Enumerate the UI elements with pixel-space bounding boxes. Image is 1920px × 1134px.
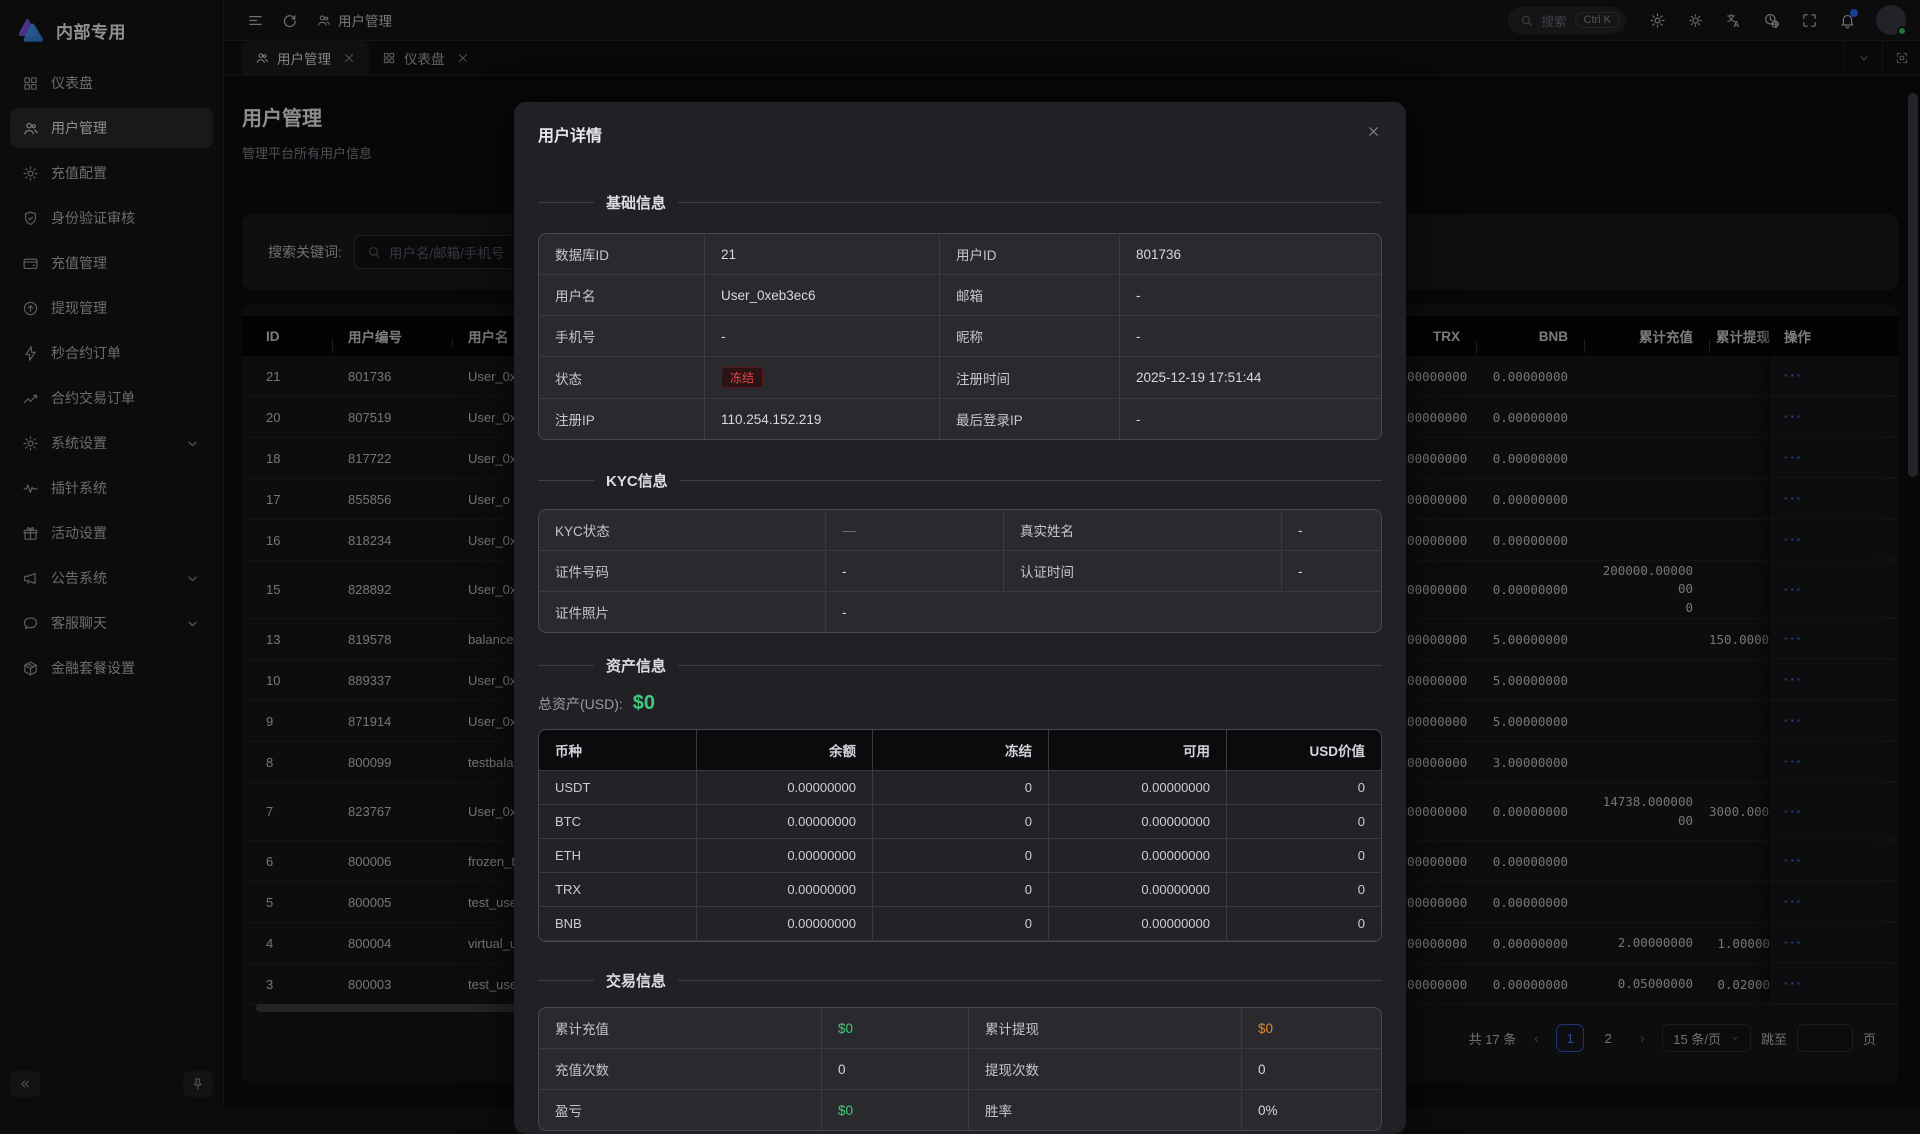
- label-cell: 数据库ID: [539, 234, 705, 275]
- value-cell: 0: [1242, 1049, 1381, 1090]
- label-cell: 充值次数: [539, 1049, 822, 1090]
- asset-usd: 0: [1227, 771, 1381, 805]
- asset-coin: ETH: [539, 839, 697, 873]
- label-cell: 注册IP: [539, 399, 705, 439]
- asset-balance: 0.00000000: [697, 771, 873, 805]
- asset-table: 币种 余额 冻结 可用 USD价值 USDT 0.00000000 0 0.00…: [538, 729, 1382, 942]
- modal-close-button[interactable]: [1360, 118, 1386, 144]
- label-cell: 累计提现: [969, 1008, 1242, 1049]
- value-cell: 801736: [1120, 234, 1381, 275]
- value-cell: 110.254.152.219: [705, 399, 940, 439]
- value-cell: $0: [822, 1090, 969, 1130]
- total-assets-value: $0: [633, 692, 655, 715]
- kyc-info-table: KYC状态 — 真实姓名 - 证件号码 - 认证时间 - 证件照片 -: [538, 509, 1382, 633]
- value-cell: -: [1120, 316, 1381, 357]
- modal-title: 用户详情: [538, 122, 1382, 146]
- section-trade-info: 交易信息: [538, 970, 1382, 991]
- asset-usd: 0: [1227, 839, 1381, 873]
- value-cell: 冻结: [705, 357, 940, 399]
- label-cell: 提现次数: [969, 1049, 1242, 1090]
- section-basic-info: 基础信息: [538, 192, 1382, 213]
- label-cell: 状态: [539, 357, 705, 399]
- value-cell: -: [1282, 551, 1381, 592]
- asset-usd: 0: [1227, 805, 1381, 839]
- label-cell: 用户名: [539, 275, 705, 316]
- asset-available: 0.00000000: [1049, 839, 1227, 873]
- value-cell: 0: [822, 1049, 969, 1090]
- asset-available: 0.00000000: [1049, 873, 1227, 907]
- asset-balance: 0.00000000: [697, 907, 873, 941]
- asset-available: 0.00000000: [1049, 805, 1227, 839]
- asset-coin: BNB: [539, 907, 697, 941]
- total-assets-line: 总资产(USD): $0: [538, 692, 1382, 715]
- label-cell: 证件照片: [539, 592, 826, 632]
- asset-available: 0.00000000: [1049, 907, 1227, 941]
- asset-coin: TRX: [539, 873, 697, 907]
- asset-col-coin: 币种: [539, 730, 697, 771]
- section-kyc-info: KYC信息: [538, 470, 1382, 491]
- value-cell: -: [826, 592, 1381, 632]
- asset-col-balance: 余额: [697, 730, 873, 771]
- value-cell: -: [1282, 510, 1381, 551]
- total-assets-label: 总资产(USD):: [538, 694, 623, 714]
- label-cell: 盈亏: [539, 1090, 822, 1130]
- label-cell: KYC状态: [539, 510, 826, 551]
- user-detail-modal: 用户详情 基础信息 数据库ID 21 用户ID 801736 用户名 User_…: [514, 102, 1406, 1134]
- value-cell: -: [1120, 399, 1381, 439]
- label-cell: 注册时间: [940, 357, 1120, 399]
- label-cell: 证件号码: [539, 551, 826, 592]
- asset-usd: 0: [1227, 907, 1381, 941]
- label-cell: 胜率: [969, 1090, 1242, 1130]
- value-cell: 0%: [1242, 1090, 1381, 1130]
- value-cell: -: [826, 551, 1004, 592]
- value-cell: 2025-12-19 17:51:44: [1120, 357, 1381, 399]
- label-cell: 手机号: [539, 316, 705, 357]
- asset-col-available: 可用: [1049, 730, 1227, 771]
- value-cell: $0: [1242, 1008, 1381, 1049]
- value-cell: User_0xeb3ec6: [705, 275, 940, 316]
- label-cell: 用户ID: [940, 234, 1120, 275]
- section-assets-info: 资产信息: [538, 655, 1382, 676]
- asset-col-usd: USD价值: [1227, 730, 1381, 771]
- asset-balance: 0.00000000: [697, 805, 873, 839]
- asset-col-frozen: 冻结: [873, 730, 1049, 771]
- asset-frozen: 0: [873, 839, 1049, 873]
- asset-frozen: 0: [873, 907, 1049, 941]
- trade-info-table: 累计充值 $0 累计提现 $0 充值次数 0 提现次数 0 盈亏 $0 胜率 0…: [538, 1007, 1382, 1131]
- asset-balance: 0.00000000: [697, 873, 873, 907]
- label-cell: 累计充值: [539, 1008, 822, 1049]
- asset-frozen: 0: [873, 771, 1049, 805]
- asset-frozen: 0: [873, 805, 1049, 839]
- label-cell: 最后登录IP: [940, 399, 1120, 439]
- asset-coin: BTC: [539, 805, 697, 839]
- label-cell: 邮箱: [940, 275, 1120, 316]
- label-cell: 认证时间: [1004, 551, 1282, 592]
- status-badge: 冻结: [721, 367, 763, 388]
- value-cell: $0: [822, 1008, 969, 1049]
- asset-frozen: 0: [873, 873, 1049, 907]
- label-cell: 真实姓名: [1004, 510, 1282, 551]
- value-cell: -: [705, 316, 940, 357]
- label-cell: 昵称: [940, 316, 1120, 357]
- value-cell: —: [826, 510, 1004, 551]
- asset-available: 0.00000000: [1049, 771, 1227, 805]
- asset-coin: USDT: [539, 771, 697, 805]
- asset-balance: 0.00000000: [697, 839, 873, 873]
- value-cell: 21: [705, 234, 940, 275]
- close-icon: [1366, 124, 1381, 139]
- asset-usd: 0: [1227, 873, 1381, 907]
- basic-info-table: 数据库ID 21 用户ID 801736 用户名 User_0xeb3ec6 邮…: [538, 233, 1382, 440]
- value-cell: -: [1120, 275, 1381, 316]
